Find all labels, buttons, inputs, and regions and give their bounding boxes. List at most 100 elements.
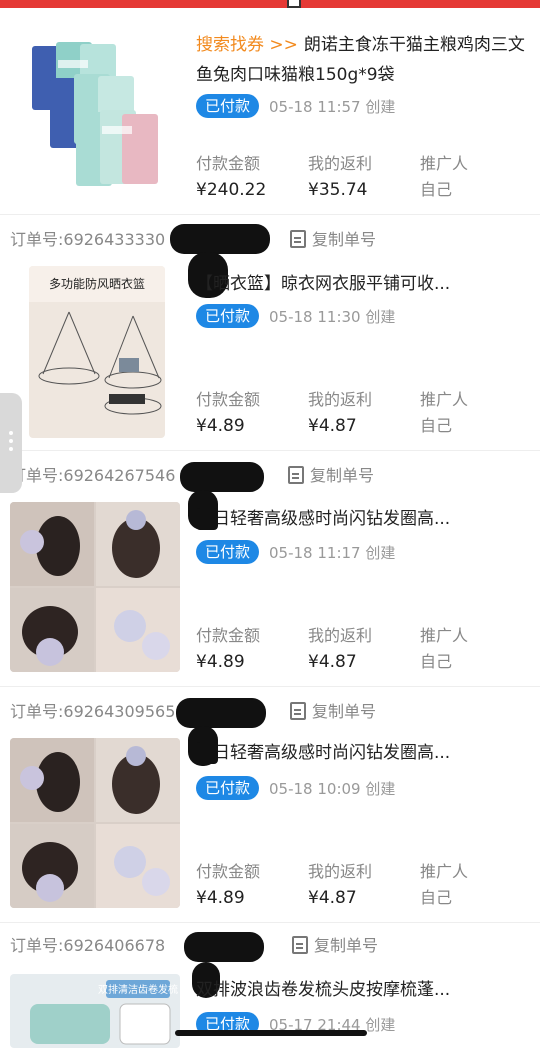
status-row: 已付款 05-18 11:17 创建 bbox=[196, 540, 395, 566]
side-drawer-handle[interactable] bbox=[0, 393, 22, 493]
copy-order-label: 复制单号 bbox=[312, 230, 377, 249]
payment-label: 付款金额 bbox=[196, 154, 261, 173]
paid-status-badge: 已付款 bbox=[196, 94, 260, 118]
product-thumbnail[interactable] bbox=[10, 502, 180, 672]
order-number: 订单号:6926433330 bbox=[10, 230, 166, 249]
order-card[interactable]: 订单号:69264267546 复制单号 夏日轻奢高级感时尚闪钻发圈高... 已… bbox=[0, 450, 540, 686]
product-title[interactable]: 【晒衣篮】晾衣网衣服平铺可收... bbox=[196, 269, 530, 299]
payment-value: ¥4.89 bbox=[196, 652, 245, 672]
cat-food-bags-image bbox=[10, 38, 180, 188]
rebate-label: 我的返利 bbox=[308, 626, 373, 645]
promoter-label: 推广人 bbox=[420, 390, 469, 409]
order-number: 订单号:69264309565 bbox=[10, 702, 176, 721]
redaction-mark bbox=[184, 932, 264, 962]
order-number: 订单号:69264267546 bbox=[10, 466, 176, 485]
hair-scrunchie-image bbox=[10, 502, 180, 672]
order-header: 订单号:69264309565 复制单号 bbox=[10, 697, 530, 727]
payment-label: 付款金额 bbox=[196, 390, 261, 409]
rebate-label: 我的返利 bbox=[308, 862, 373, 881]
document-icon bbox=[290, 230, 306, 248]
payment-amount: 付款金额 ¥4.89 bbox=[196, 624, 296, 676]
home-indicator[interactable] bbox=[175, 1030, 367, 1036]
product-title[interactable]: 双排波浪齿卷发梳头皮按摩梳蓬... bbox=[196, 975, 530, 1005]
handle-dot bbox=[9, 431, 13, 435]
comb-image: 双排清洁齿卷发梳 bbox=[10, 974, 180, 1048]
paid-status-badge: 已付款 bbox=[196, 540, 260, 564]
copy-order-button[interactable]: 复制单号 bbox=[290, 225, 376, 255]
promoter-value: 自己 bbox=[420, 888, 453, 907]
document-icon bbox=[292, 936, 308, 954]
rebate-label: 我的返利 bbox=[308, 154, 373, 173]
handle-dot bbox=[9, 447, 13, 451]
created-time: 05-18 11:30 创建 bbox=[269, 307, 396, 326]
rebate-value: ¥4.87 bbox=[308, 888, 357, 908]
payment-amount: 付款金额 ¥4.89 bbox=[196, 388, 296, 440]
copy-order-button[interactable]: 复制单号 bbox=[292, 931, 378, 961]
my-rebate: 我的返利 ¥4.87 bbox=[308, 624, 408, 676]
redaction-mark bbox=[180, 462, 264, 492]
order-card[interactable]: 订单号:69264309565 复制单号 夏日轻奢高级感时尚闪钻发圈高... 已… bbox=[0, 686, 540, 922]
promoter-label: 推广人 bbox=[420, 626, 469, 645]
paid-status-badge: 已付款 bbox=[196, 776, 260, 800]
payment-label: 付款金额 bbox=[196, 626, 261, 645]
created-time: 05-18 11:17 创建 bbox=[269, 543, 396, 562]
copy-order-label: 复制单号 bbox=[310, 466, 375, 485]
copy-order-label: 复制单号 bbox=[314, 936, 379, 955]
product-title[interactable]: 夏日轻奢高级感时尚闪钻发圈高... bbox=[196, 504, 530, 534]
created-time: 05-18 10:09 创建 bbox=[269, 779, 396, 798]
product-thumbnail[interactable]: 多功能防风晒衣篮 bbox=[29, 266, 165, 438]
redaction-mark bbox=[170, 224, 270, 254]
product-title-text: 夏日轻奢高级感时尚闪钻发圈高... bbox=[196, 509, 451, 529]
rebate-value: ¥4.87 bbox=[308, 652, 357, 672]
search-coupon-tag[interactable]: 搜索找券 >> bbox=[196, 35, 298, 55]
order-card[interactable]: 搜索找券 >> 朗诺主食冻干猫主粮鸡肉三文鱼兔肉口味猫粮150g*9袋 已付款 05… bbox=[0, 0, 540, 214]
promoter: 推广人 自己 bbox=[420, 152, 520, 204]
payment-value: ¥240.22 bbox=[196, 180, 267, 200]
thumb-caption: 多功能防风晒衣篮 bbox=[49, 276, 145, 291]
hair-scrunchie-image bbox=[10, 738, 180, 908]
promoter-label: 推广人 bbox=[420, 862, 469, 881]
copy-order-label: 复制单号 bbox=[312, 702, 377, 721]
handle-dot bbox=[9, 439, 13, 443]
redaction-mark bbox=[196, 508, 218, 530]
order-card[interactable]: 订单号:6926433330 复制单号 多功能防风晒衣篮 【晒衣篮】晾衣网衣服平… bbox=[0, 214, 540, 450]
product-thumbnail[interactable] bbox=[10, 38, 180, 188]
rebate-label: 我的返利 bbox=[308, 390, 373, 409]
product-title[interactable]: 夏日轻奢高级感时尚闪钻发圈高... bbox=[196, 738, 530, 768]
product-title[interactable]: 搜索找券 >> 朗诺主食冻干猫主粮鸡肉三文鱼兔肉口味猫粮150g*9袋 bbox=[196, 30, 530, 90]
promoter: 推广人 自己 bbox=[420, 388, 520, 440]
payment-value: ¥4.89 bbox=[196, 888, 245, 908]
promoter: 推广人 自己 bbox=[420, 860, 520, 912]
status-row: 已付款 05-18 10:09 创建 bbox=[196, 776, 395, 802]
rebate-value: ¥35.74 bbox=[308, 180, 368, 200]
thumb-caption: 双排清洁齿卷发梳 bbox=[98, 983, 178, 996]
status-row: 已付款 05-18 11:57 创建 bbox=[196, 94, 395, 120]
order-header: 订单号:69264267546 复制单号 bbox=[10, 461, 530, 491]
order-number: 订单号:6926406678 bbox=[10, 936, 166, 955]
product-title-text: 【晒衣篮】晾衣网衣服平铺可收... bbox=[196, 274, 451, 294]
copy-order-button[interactable]: 复制单号 bbox=[290, 697, 376, 727]
drying-basket-image: 多功能防风晒衣篮 bbox=[29, 266, 165, 438]
promoter-label: 推广人 bbox=[420, 154, 469, 173]
product-thumbnail[interactable] bbox=[10, 738, 180, 908]
product-title-text: 夏日轻奢高级感时尚闪钻发圈高... bbox=[196, 743, 451, 763]
my-rebate: 我的返利 ¥4.87 bbox=[308, 860, 408, 912]
redaction-mark bbox=[176, 698, 266, 728]
my-rebate: 我的返利 ¥35.74 bbox=[308, 152, 408, 204]
promoter-value: 自己 bbox=[420, 180, 453, 199]
payment-amount: 付款金额 ¥240.22 bbox=[196, 152, 296, 204]
payment-amount: 付款金额 ¥4.89 bbox=[196, 860, 296, 912]
product-thumbnail[interactable]: 双排清洁齿卷发梳 bbox=[10, 974, 180, 1048]
promoter: 推广人 自己 bbox=[420, 624, 520, 676]
copy-order-button[interactable]: 复制单号 bbox=[288, 461, 374, 491]
redaction-mark bbox=[196, 742, 218, 764]
product-title-text: 双排波浪齿卷发梳头皮按摩梳蓬... bbox=[196, 980, 451, 1000]
payment-label: 付款金额 bbox=[196, 862, 261, 881]
document-icon bbox=[290, 702, 306, 720]
payment-value: ¥4.89 bbox=[196, 416, 245, 436]
status-row: 已付款 05-18 11:30 创建 bbox=[196, 304, 395, 330]
order-header: 订单号:6926433330 复制单号 bbox=[10, 225, 530, 255]
my-rebate: 我的返利 ¥4.87 bbox=[308, 388, 408, 440]
promoter-value: 自己 bbox=[420, 652, 453, 671]
created-time: 05-18 11:57 创建 bbox=[269, 97, 396, 116]
